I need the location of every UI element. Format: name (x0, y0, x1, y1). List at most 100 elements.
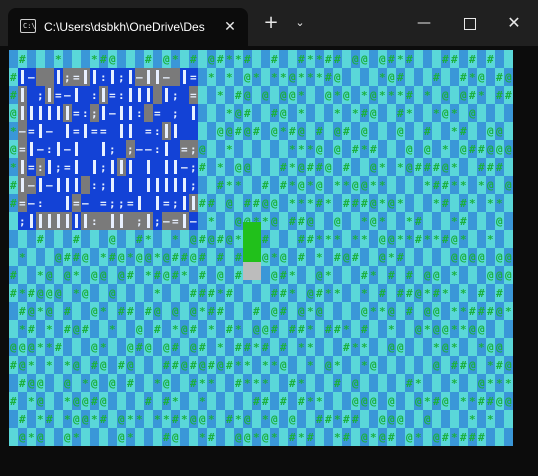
terrain-tile (450, 392, 459, 410)
terrain-tile (333, 338, 342, 356)
terrain-symbol: @ (298, 305, 305, 318)
terrain-symbol: # (91, 359, 98, 372)
terrain-tile (432, 212, 441, 230)
building-tile (54, 122, 63, 140)
terrain-symbol: @ (55, 251, 62, 264)
terrain-tile (414, 356, 423, 374)
terrain-symbol: * (316, 233, 323, 246)
terrain-tile (180, 230, 189, 248)
terrain-symbol: * (154, 287, 161, 300)
terrain-tile (324, 104, 333, 122)
terrain-symbol: * (298, 143, 305, 156)
terrain-symbol: @ (28, 377, 35, 390)
terrain-symbol: * (46, 323, 53, 336)
terrain-tile (261, 104, 270, 122)
building-symbol: = (73, 197, 80, 210)
minimize-button[interactable]: — (406, 10, 442, 36)
terrain-symbol: * (397, 197, 404, 210)
terrain-tile (468, 374, 477, 392)
terrain-tile (81, 230, 90, 248)
terminal-area[interactable]: # * * # @ # @ * # @ # * * # # # * * # # @ @ @ # * # # # # # # * * @ * * * @ * *… (0, 46, 538, 476)
terrain-symbol: @ (244, 71, 251, 84)
building-window (75, 88, 78, 102)
terrain-tile (243, 320, 252, 338)
terrain-tile (207, 86, 216, 104)
terrain-tile (477, 410, 486, 428)
maximize-button[interactable] (452, 10, 488, 36)
terrain-tile (243, 176, 252, 194)
terrain-tile (252, 86, 261, 104)
building-symbol: — (190, 215, 197, 228)
terrain-tile (198, 212, 207, 230)
terrain-tile (324, 374, 333, 392)
game-board[interactable]: # * * # @ # @ * # @ # * * # # # * * # # @ @ @ # * # # # # # # * * @ * * * @ * *… (9, 50, 513, 446)
terrain-symbol: # (154, 269, 161, 282)
terrain-symbol: * (127, 413, 134, 426)
terrain-symbol: # (217, 305, 224, 318)
terrain-symbol: * (280, 125, 287, 138)
building-symbol: — (28, 197, 35, 210)
terrain-tile (504, 194, 513, 212)
terrain-tile (288, 338, 297, 356)
building-symbol: : (91, 89, 98, 102)
building-window (48, 160, 51, 174)
terrain-symbol: * (55, 53, 62, 66)
terrain-tile (216, 320, 225, 338)
terrain-symbol: # (172, 269, 179, 282)
terrain-tile (324, 428, 333, 446)
terrain-tile (9, 410, 18, 428)
terrain-symbol: @ (154, 305, 161, 318)
chevron-down-icon[interactable]: ⌄ (286, 10, 314, 36)
terrain-symbol: @ (361, 125, 368, 138)
terrain-tile (9, 212, 18, 230)
terrain-symbol: # (442, 431, 449, 444)
terrain-symbol: @ (271, 197, 278, 210)
terrain-symbol: # (397, 71, 404, 84)
terrain-symbol: @ (496, 269, 503, 282)
terrain-symbol: # (334, 377, 341, 390)
terrain-tile (81, 266, 90, 284)
building-symbol: = (100, 125, 107, 138)
building-window (192, 106, 195, 120)
terrain-tile (441, 68, 450, 86)
terrain-tile (216, 374, 225, 392)
terrain-symbol: @ (406, 161, 413, 174)
terrain-symbol: # (82, 323, 89, 336)
terrain-symbol: @ (307, 215, 314, 228)
terrain-symbol: # (343, 341, 350, 354)
terrain-tile (468, 122, 477, 140)
terrain-symbol: @ (217, 125, 224, 138)
terrain-tile (207, 158, 216, 176)
building-symbol: = (91, 125, 98, 138)
terminal-tab[interactable]: C:\ C:\Users\dsbkh\OneDrive\Des ✕ (8, 8, 248, 46)
terrain-symbol: @ (64, 269, 71, 282)
building-window (156, 196, 159, 210)
terrain-symbol: * (100, 341, 107, 354)
terrain-tile (117, 320, 126, 338)
terrain-tile (90, 320, 99, 338)
terrain-symbol: @ (352, 377, 359, 390)
terrain-symbol: @ (190, 413, 197, 426)
terrain-symbol: @ (244, 431, 251, 444)
tab-close-icon[interactable]: ✕ (220, 17, 240, 37)
building-tile (90, 194, 99, 212)
building-symbol: : (100, 71, 107, 84)
terrain-tile (450, 68, 459, 86)
terrain-symbol: * (235, 359, 242, 372)
building-tile (135, 176, 144, 194)
terrain-symbol: # (478, 287, 485, 300)
building-tile (45, 68, 54, 86)
terrain-symbol: # (127, 305, 134, 318)
terrain-symbol: @ (118, 413, 125, 426)
terrain-symbol: * (307, 197, 314, 210)
building-window (129, 88, 132, 102)
terrain-symbol: # (325, 71, 332, 84)
terrain-symbol: # (262, 395, 269, 408)
terrain-tile (144, 428, 153, 446)
terrain-tile (351, 212, 360, 230)
close-button[interactable]: ✕ (496, 10, 532, 36)
terrain-tile (441, 374, 450, 392)
building-window (21, 106, 24, 120)
terrain-tile (54, 410, 63, 428)
new-tab-button[interactable]: + (257, 10, 285, 36)
